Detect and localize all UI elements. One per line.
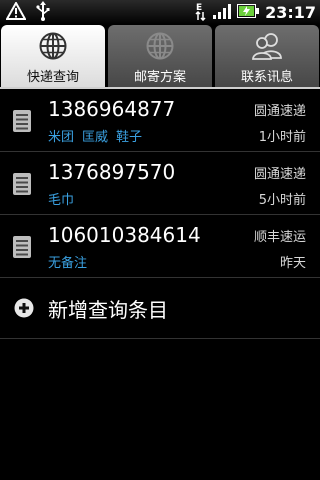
note-icon	[12, 235, 32, 263]
tag: 匡威	[82, 130, 109, 145]
warning-icon	[5, 0, 27, 24]
courier-company: 圆通速递	[253, 104, 306, 119]
tab-mailing-plan[interactable]: 邮寄方案	[108, 25, 212, 87]
globe-icon	[145, 31, 175, 65]
tracking-number: 1386964877	[48, 97, 176, 121]
courier-company: 圆通速递	[253, 167, 306, 182]
svg-text:E: E	[196, 3, 202, 13]
data-transfer-icon: E	[195, 1, 207, 25]
tracking-number: 1376897570	[48, 160, 176, 184]
signal-icon	[213, 3, 232, 23]
add-query-entry-button[interactable]: 新增查询条目	[0, 278, 320, 339]
query-list: 1386964877 米团 匡威 鞋子 圆通速递 1小时前 1376897570…	[0, 89, 320, 339]
battery-charging-icon	[237, 3, 260, 22]
tag: 鞋子	[116, 130, 143, 145]
note-tags: 毛巾	[48, 189, 74, 208]
note-icon	[12, 109, 32, 137]
tab-label: 联系讯息	[240, 70, 293, 85]
timestamp: 1小时前	[258, 130, 306, 145]
note-tags: 无备注	[48, 252, 87, 271]
add-circle-icon	[14, 298, 34, 322]
tag: 无备注	[48, 256, 88, 271]
courier-company: 顺丰速运	[253, 230, 306, 245]
usb-icon	[36, 0, 50, 25]
timestamp: 5小时前	[258, 193, 306, 208]
timestamp: 昨天	[279, 256, 306, 271]
tracking-number: 106010384614	[48, 223, 201, 247]
tab-contact-info[interactable]: 联系讯息	[215, 25, 319, 87]
status-bar: E 23:17	[0, 0, 320, 25]
contacts-icon	[251, 31, 283, 65]
tag: 米团	[48, 130, 75, 145]
clock: 23:17	[265, 3, 316, 22]
tab-label: 快递查询	[26, 70, 79, 85]
tag: 毛巾	[48, 193, 75, 208]
note-tags: 米团 匡威 鞋子	[48, 126, 142, 145]
add-entry-label: 新增查询条目	[48, 298, 168, 322]
list-item[interactable]: 106010384614 无备注 顺丰速运 昨天	[0, 215, 320, 278]
list-item[interactable]: 1386964877 米团 匡威 鞋子 圆通速递 1小时前	[0, 89, 320, 152]
note-icon	[12, 172, 32, 200]
globe-icon	[38, 31, 68, 65]
tab-express-query[interactable]: 快递查询	[1, 25, 105, 87]
tab-label: 邮寄方案	[133, 70, 186, 85]
tab-bar: 快递查询 邮寄方案 联系讯息	[0, 25, 320, 89]
list-item[interactable]: 1376897570 毛巾 圆通速递 5小时前	[0, 152, 320, 215]
